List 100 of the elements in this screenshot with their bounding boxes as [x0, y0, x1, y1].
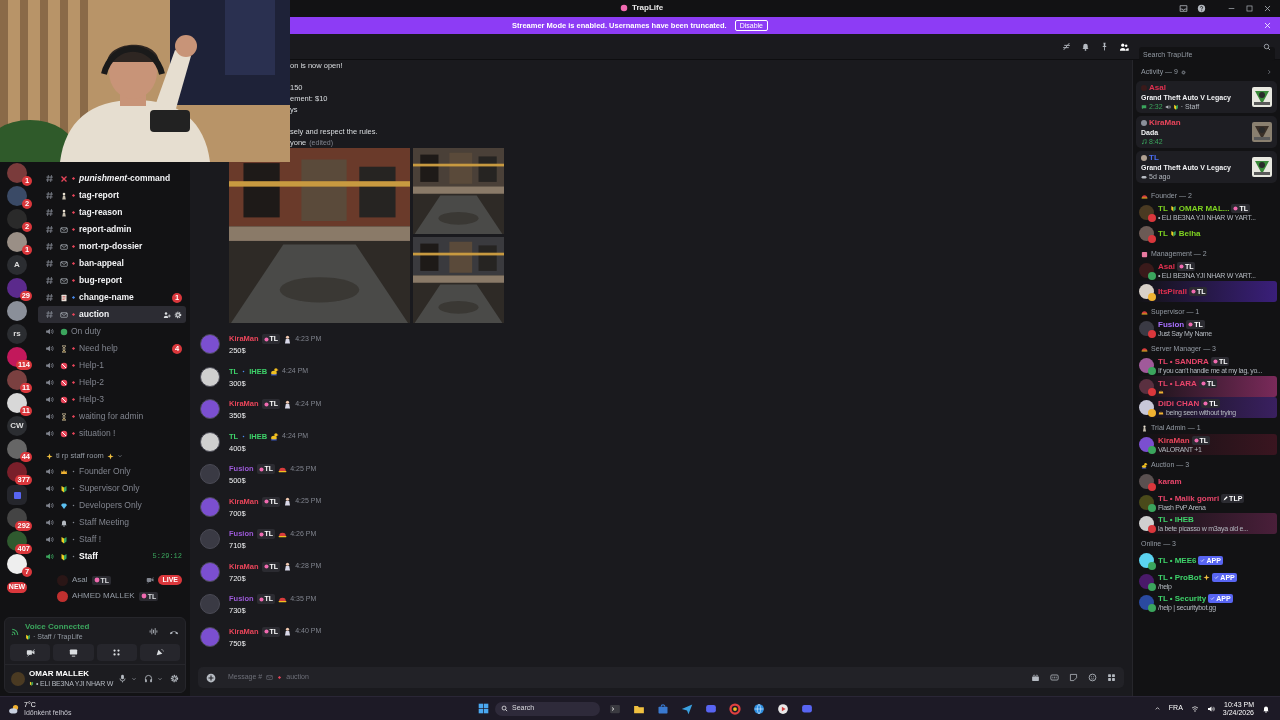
- bell-icon[interactable]: [1081, 42, 1090, 51]
- channel-item[interactable]: ban-appeal: [38, 255, 186, 272]
- inbox-icon[interactable]: [1179, 4, 1188, 13]
- add-member-icon[interactable]: [163, 310, 171, 319]
- cloud-sun-icon[interactable]: [8, 702, 20, 715]
- channel-item[interactable]: waiting for admin: [38, 408, 186, 425]
- shield-icon: [60, 552, 68, 561]
- microphone-icon[interactable]: [118, 674, 127, 683]
- envelope-icon: [266, 674, 274, 681]
- channel-item[interactable]: Help-1: [38, 357, 186, 374]
- channel-item[interactable]: tag-report: [38, 187, 186, 204]
- wifi-icon[interactable]: [1190, 704, 1199, 713]
- play-icon[interactable]: [777, 702, 789, 715]
- member-item[interactable]: TL Belha: [1136, 223, 1277, 244]
- ring-icon[interactable]: [729, 702, 741, 715]
- speaker-icon: [45, 518, 54, 527]
- server-icon[interactable]: [7, 232, 27, 252]
- server-folder[interactable]: [7, 485, 27, 505]
- avatar: [1141, 155, 1147, 161]
- apps-icon[interactable]: [1107, 673, 1116, 682]
- channel-item[interactable]: Developers Only: [38, 497, 186, 514]
- no-entry-icon: [60, 361, 68, 370]
- member-item[interactable]: karam: [1136, 471, 1277, 492]
- threads-icon[interactable]: [1062, 42, 1071, 51]
- person-icon: [1141, 424, 1148, 432]
- search-icon: [501, 705, 508, 712]
- diamond-icon: [71, 227, 76, 232]
- person-icon: [60, 191, 68, 200]
- channel-item[interactable]: On duty: [38, 323, 186, 340]
- crown-icon: [1158, 409, 1164, 416]
- channel-item[interactable]: mort-rp-dossier: [38, 238, 186, 255]
- shield-icon: [60, 535, 68, 544]
- channel-item[interactable]: Staff Meeting: [38, 514, 186, 531]
- cross-icon: [60, 174, 68, 183]
- globe-icon[interactable]: [753, 702, 765, 715]
- user-name: Asal: [1149, 83, 1166, 93]
- voice-action-button[interactable]: [53, 644, 94, 661]
- close-icon[interactable]: [1263, 4, 1272, 13]
- user-name: TL: [1149, 153, 1159, 163]
- channel-item[interactable]: tag-reason: [38, 204, 186, 221]
- dot-icon: [71, 520, 76, 525]
- server-icon[interactable]: [7, 301, 27, 321]
- maximize-icon[interactable]: [1245, 4, 1254, 13]
- channel-item[interactable]: Founder Only: [38, 463, 186, 480]
- avatar: [200, 431, 220, 452]
- pin-icon[interactable]: [1100, 42, 1109, 51]
- chat-app-icon[interactable]: [705, 702, 717, 715]
- bell-icon[interactable]: [1262, 704, 1270, 713]
- cap-icon: [1141, 345, 1148, 353]
- settings-icon[interactable]: [170, 674, 179, 683]
- caret-icon: [116, 453, 123, 459]
- channel-item[interactable]: situation !: [38, 425, 186, 442]
- cap-icon: [1141, 192, 1148, 200]
- waveform-icon[interactable]: [149, 627, 158, 636]
- help-icon[interactable]: [1197, 4, 1206, 13]
- user-name: KiraMan: [1149, 118, 1181, 128]
- circle-icon: [620, 4, 628, 12]
- windows-icon[interactable]: [478, 703, 489, 714]
- server-icon[interactable]: A: [7, 255, 27, 275]
- voice-action-button[interactable]: [10, 644, 51, 661]
- channel-item[interactable]: report-admin: [38, 221, 186, 238]
- terminal-icon[interactable]: [609, 702, 621, 715]
- server-icon[interactable]: [7, 554, 27, 574]
- server-icon[interactable]: CW: [7, 416, 27, 436]
- circle-icon: [93, 577, 100, 583]
- channel-item[interactable]: auction: [38, 306, 186, 323]
- sticker-icon[interactable]: [1069, 673, 1078, 682]
- headphones-icon[interactable]: [144, 674, 153, 683]
- bag-icon[interactable]: [657, 702, 669, 715]
- shield-icon: [1172, 103, 1179, 110]
- gif-icon[interactable]: [1050, 673, 1059, 682]
- diamond-icon: [71, 278, 76, 283]
- channel-item[interactable]: Staff !: [38, 531, 186, 548]
- circle-icon: [1203, 401, 1209, 406]
- gift-icon[interactable]: [1031, 673, 1040, 682]
- channel-item[interactable]: punishment-command: [38, 170, 186, 187]
- caret-icon[interactable]: [131, 675, 137, 682]
- chat-app-icon[interactable]: [801, 702, 813, 715]
- avatar: [200, 529, 220, 549]
- channel-item[interactable]: Supervisor Only: [38, 480, 186, 497]
- dot-icon: [241, 434, 247, 439]
- smiley-icon[interactable]: [1088, 673, 1097, 682]
- circle-icon: [1233, 206, 1239, 211]
- channel-item[interactable]: bug-report: [38, 272, 186, 289]
- channel-item[interactable]: Help-3: [38, 391, 186, 408]
- channel-item[interactable]: Help-2: [38, 374, 186, 391]
- speaker-icon: [45, 344, 54, 353]
- chevron-icon[interactable]: [1153, 705, 1161, 712]
- caret-icon[interactable]: [157, 675, 163, 682]
- envelope-icon: [60, 225, 68, 234]
- speaker-icon[interactable]: [1206, 704, 1215, 713]
- server-icon[interactable]: rs: [7, 324, 27, 344]
- paper-plane-icon[interactable]: [681, 702, 693, 715]
- diamond-icon: [71, 210, 76, 215]
- members-icon[interactable]: [1119, 41, 1129, 52]
- diamond-icon: [71, 295, 76, 300]
- plus-icon[interactable]: [206, 672, 216, 683]
- circle-icon: [263, 336, 269, 342]
- speaker-icon: [45, 412, 54, 421]
- person-icon: [283, 497, 293, 506]
